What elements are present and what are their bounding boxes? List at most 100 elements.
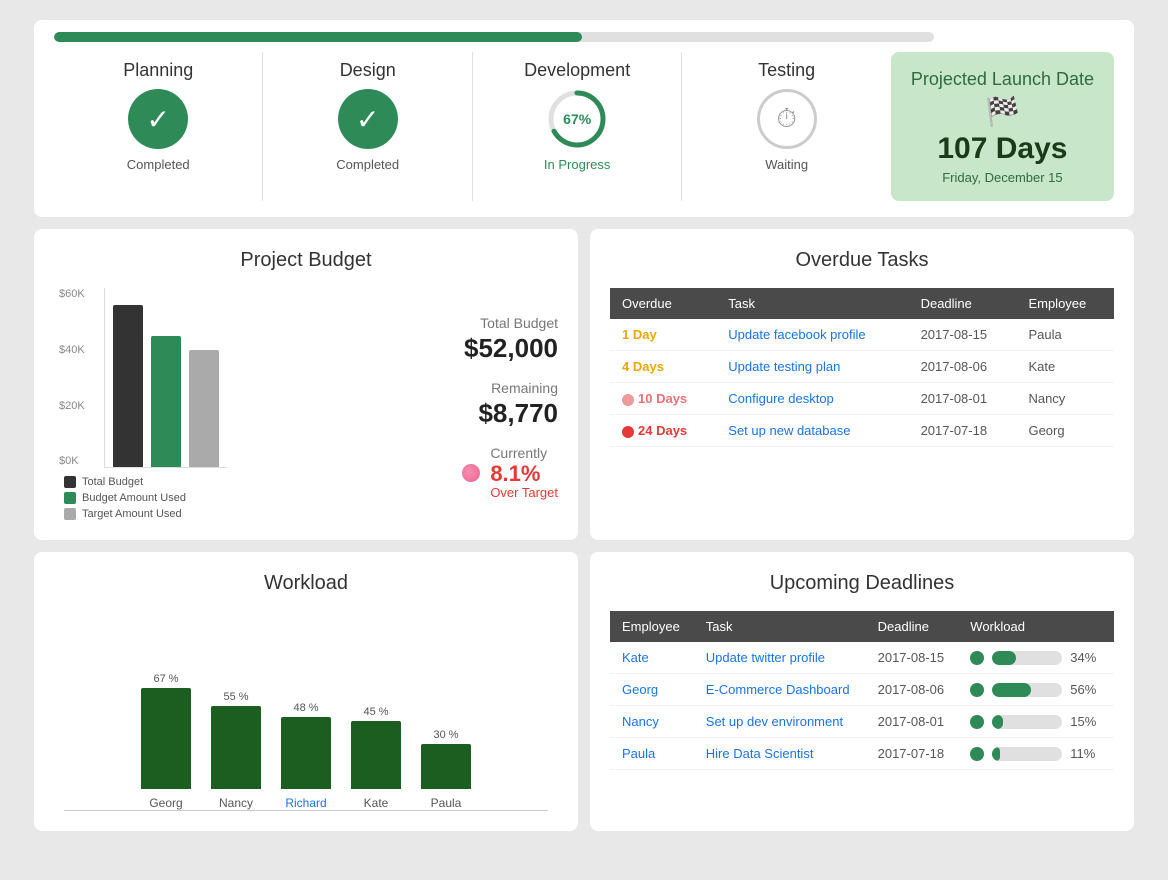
legend-label-total: Total Budget	[82, 476, 143, 488]
workload-bar-group-4: 30 %Paula	[421, 729, 471, 810]
upcoming-employee-3: Paula	[610, 738, 694, 770]
legend-dot-target	[64, 508, 76, 520]
workload-chart: 67 % Georg 55 % Nancy 48 % Richard 45 % Kate 30 …	[54, 611, 558, 811]
overdue-deadline-3: 2017-07-18	[909, 415, 1017, 447]
y-label-20k: $20K	[59, 400, 85, 412]
overdue-task-3[interactable]: Set up new database	[716, 415, 908, 447]
overdue-task-2[interactable]: Configure desktop	[716, 383, 908, 415]
upcoming-employee-2: Nancy	[610, 706, 694, 738]
upcoming-employee-1: Georg	[610, 674, 694, 706]
workload-bar-2	[281, 717, 331, 789]
currently-text-group: Currently 8.1% Over Target	[490, 445, 558, 500]
workload-bar-3	[351, 721, 401, 789]
over-target-label: Over Target	[490, 485, 558, 500]
phase-testing-status: Waiting	[765, 157, 808, 172]
workload-pct-1: 55 %	[223, 691, 248, 703]
phase-design-icon: ✓	[338, 89, 398, 149]
launch-date: Friday, December 15	[942, 170, 1062, 185]
legend-total-budget: Total Budget	[64, 476, 442, 488]
upcoming-workload-1: 56%	[958, 674, 1114, 706]
launch-box: Projected Launch Date 🏁 107 Days Friday,…	[891, 52, 1114, 201]
bar-target-used	[189, 350, 219, 467]
upcoming-table-header: Employee Task Deadline Workload	[610, 611, 1114, 642]
legend-label-target: Target Amount Used	[82, 508, 182, 520]
legend-label-budget: Budget Amount Used	[82, 492, 186, 504]
th-employee: Employee	[1016, 288, 1114, 319]
chart-area: $60K $40K $20K $0K	[54, 288, 442, 520]
remaining-stat: Remaining $8,770	[462, 380, 558, 429]
legend-dot-total	[64, 476, 76, 488]
workload-label-1: Nancy	[219, 796, 253, 810]
top-section: Planning ✓ Completed Design ✓ Completed …	[34, 20, 1134, 217]
th-deadline-up: Deadline	[866, 611, 959, 642]
workload-bar-group-3: 45 % Kate	[351, 706, 401, 810]
upcoming-task-0[interactable]: Update twitter profile	[694, 642, 866, 674]
th-overdue: Overdue	[610, 288, 716, 319]
workload-label-2: Richard	[285, 796, 326, 810]
phase-planning: Planning ✓ Completed	[54, 52, 263, 201]
upcoming-task-3[interactable]: Hire Data Scientist	[694, 738, 866, 770]
upcoming-workload-3: 11%	[958, 738, 1114, 770]
overdue-days-0: 1 Day	[610, 319, 716, 351]
overdue-table-header: Overdue Task Deadline Employee	[610, 288, 1114, 319]
workload-bar-group-0: 67 % Georg	[141, 673, 191, 810]
overdue-row-2: 10 Days Configure desktop 2017-08-01 Nan…	[610, 383, 1114, 415]
upcoming-section: Upcoming Deadlines Employee Task Deadlin…	[590, 552, 1134, 831]
phase-development-title: Development	[524, 60, 630, 81]
phase-development-icon: 67%	[547, 89, 607, 149]
workload-pct-2: 48 %	[293, 702, 318, 714]
overdue-row-1: 4 Days Update testing plan 2017-08-06 Ka…	[610, 351, 1114, 383]
over-target-pct: 8.1%	[490, 463, 558, 485]
th-employee-up: Employee	[610, 611, 694, 642]
workload-pct-4: 30 %	[433, 729, 458, 741]
workload-pct-0: 67 %	[153, 673, 178, 685]
overdue-tasks-table: Overdue Task Deadline Employee 1 Day Upd…	[610, 288, 1114, 447]
workload-pct-3: 45 %	[363, 706, 388, 718]
remaining-label: Remaining	[491, 380, 558, 396]
phase-design-status: Completed	[336, 157, 399, 172]
upcoming-task-2[interactable]: Set up dev environment	[694, 706, 866, 738]
clock-icon: ⏱	[757, 89, 817, 149]
pink-dot-icon	[462, 464, 480, 482]
overdue-days-3: 24 Days	[610, 415, 716, 447]
upcoming-workload-2: 15%	[958, 706, 1114, 738]
workload-title: Workload	[54, 572, 558, 595]
phase-development: Development 67% In Progress	[473, 52, 682, 201]
currently-label: Currently	[490, 445, 547, 461]
upcoming-row-1: Georg E-Commerce Dashboard 2017-08-06 56…	[610, 674, 1114, 706]
check-circle-design: ✓	[338, 89, 398, 149]
total-budget-stat: Total Budget $52,000	[462, 315, 558, 364]
th-task-up: Task	[694, 611, 866, 642]
overdue-task-1[interactable]: Update testing plan	[716, 351, 908, 383]
bar-chart: $60K $40K $20K $0K	[104, 288, 227, 468]
legend-dot-budget	[64, 492, 76, 504]
overdue-employee-2: Nancy	[1016, 383, 1114, 415]
budget-title: Project Budget	[54, 249, 558, 272]
progress-bar-fill	[54, 32, 582, 42]
upcoming-deadline-1: 2017-08-06	[866, 674, 959, 706]
overdue-employee-3: Georg	[1016, 415, 1114, 447]
upcoming-task-1[interactable]: E-Commerce Dashboard	[694, 674, 866, 706]
upcoming-title: Upcoming Deadlines	[610, 572, 1114, 595]
overdue-task-0[interactable]: Update facebook profile	[716, 319, 908, 351]
workload-section: Workload 67 % Georg 55 % Nancy 48 % Richard 45…	[34, 552, 578, 831]
workload-bar-1	[211, 706, 261, 789]
phase-planning-status: Completed	[127, 157, 190, 172]
bottom-row: Workload 67 % Georg 55 % Nancy 48 % Richard 45…	[34, 552, 1134, 831]
overdue-deadline-1: 2017-08-06	[909, 351, 1017, 383]
upcoming-table: Employee Task Deadline Workload Kate Upd…	[610, 611, 1114, 770]
legend-target-used: Target Amount Used	[64, 508, 442, 520]
workload-bar-0	[141, 688, 191, 789]
budget-section: Project Budget $60K $40K $20K $0K	[34, 229, 578, 540]
phase-design-title: Design	[340, 60, 396, 81]
phase-testing-title: Testing	[758, 60, 815, 81]
workload-label-0: Georg	[149, 796, 182, 810]
y-label-60k: $60K	[59, 288, 85, 300]
bar-budget-used	[151, 336, 181, 467]
th-workload-up: Workload	[958, 611, 1114, 642]
upcoming-row-3: Paula Hire Data Scientist 2017-07-18 11%	[610, 738, 1114, 770]
bar-legend: Total Budget Budget Amount Used Target A…	[54, 476, 442, 520]
overdue-deadline-2: 2017-08-01	[909, 383, 1017, 415]
workload-label-3: Kate	[364, 796, 389, 810]
upcoming-deadline-2: 2017-08-01	[866, 706, 959, 738]
